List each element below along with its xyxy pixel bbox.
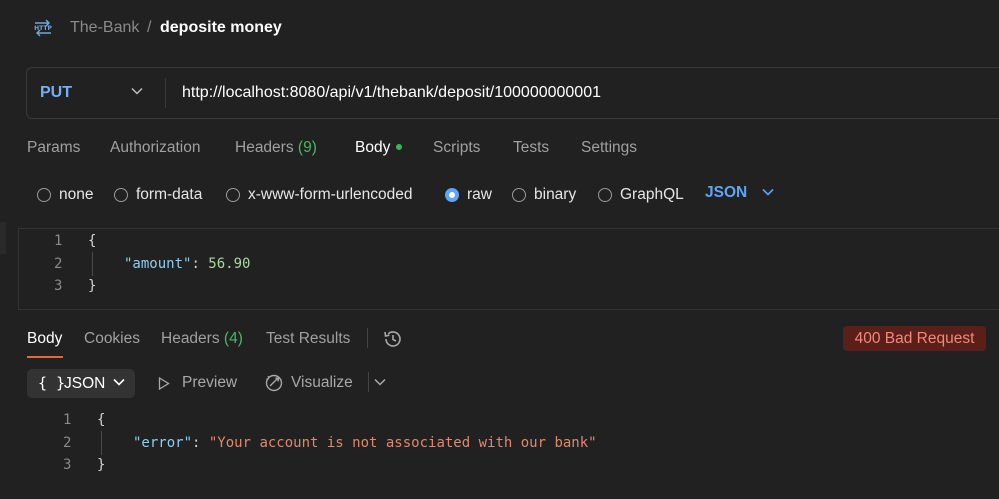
radio-circle: [598, 188, 612, 202]
status-badge[interactable]: 400 Bad Request: [843, 326, 986, 351]
tab-count: (4): [223, 330, 243, 347]
chevron-down-icon[interactable]: [131, 87, 143, 95]
tab-label: Test Results: [266, 330, 351, 347]
tab-authorization[interactable]: Authorization: [110, 139, 200, 157]
json-key: "amount": [124, 256, 192, 272]
response-code-line[interactable]: "error": "Your account is not associated…: [133, 435, 597, 451]
response-tab-headers[interactable]: Headers (4): [161, 330, 243, 348]
response-tab-body[interactable]: Body: [27, 330, 62, 348]
request-title[interactable]: deposite money: [160, 19, 282, 37]
chevron-down-icon[interactable]: [374, 378, 386, 386]
http-icon-label: HTTP: [34, 25, 52, 32]
radio-graphql[interactable]: GraphQL: [598, 186, 684, 204]
tab-label: Body: [27, 330, 63, 347]
radio-label: form-data: [136, 186, 203, 203]
braces-icon: { }: [38, 374, 66, 392]
tab-params[interactable]: Params: [27, 139, 80, 157]
radio-label: none: [59, 186, 94, 203]
response-code-line[interactable]: }: [97, 457, 105, 473]
indent-guide: [101, 431, 102, 455]
tab-tests[interactable]: Tests: [513, 139, 549, 157]
url-divider: [165, 78, 166, 108]
request-code-line[interactable]: }: [88, 278, 96, 294]
tab-label: Tests: [513, 139, 550, 156]
url-input[interactable]: http://localhost:8080/api/v1/thebank/dep…: [182, 84, 601, 102]
request-code-line[interactable]: {: [88, 233, 96, 249]
tab-label: Params: [27, 139, 81, 156]
tab-label: Headers: [161, 330, 220, 347]
chevron-down-icon[interactable]: [762, 188, 774, 196]
tab-headers[interactable]: Headers (9): [235, 139, 317, 157]
radio-form-data[interactable]: form-data: [114, 186, 202, 204]
json-colon: :: [192, 435, 209, 451]
radio-circle: [114, 188, 128, 202]
body-modified-dot: [396, 144, 403, 150]
tab-label: Scripts: [433, 139, 481, 156]
radio-label: GraphQL: [620, 186, 684, 203]
line-number: 2: [54, 256, 63, 272]
visualize-button[interactable]: Visualize: [291, 374, 353, 392]
line-number: 3: [63, 457, 72, 473]
http-request-icon: HTTP: [32, 18, 54, 38]
tab-label: Settings: [581, 139, 638, 156]
json-key: "error": [133, 435, 193, 451]
radio-none[interactable]: none: [37, 186, 93, 204]
radio-label: binary: [534, 186, 577, 203]
divider: [367, 328, 368, 348]
chevron-down-icon: [113, 378, 125, 386]
tab-scripts[interactable]: Scripts: [433, 139, 480, 157]
raw-format-select[interactable]: JSON: [705, 184, 747, 202]
radio-raw[interactable]: raw: [445, 186, 492, 204]
tab-label: Cookies: [84, 330, 140, 347]
radio-binary[interactable]: binary: [512, 186, 576, 204]
editor-border: [18, 228, 999, 229]
line-number: 2: [63, 435, 72, 451]
request-code-line[interactable]: "amount": 56.90: [124, 256, 250, 272]
visualize-icon: [265, 374, 283, 392]
radio-label: x-www-form-urlencoded: [248, 186, 413, 203]
radio-label: raw: [467, 186, 492, 203]
radio-circle-checked: [445, 188, 459, 202]
tab-settings[interactable]: Settings: [581, 139, 637, 157]
active-tab-underline: [27, 356, 63, 358]
radio-circle: [512, 188, 526, 202]
line-number: 1: [63, 412, 72, 428]
tab-label: Headers: [235, 139, 294, 156]
editor-resize-handle[interactable]: [18, 309, 999, 310]
indent-guide: [92, 252, 93, 276]
sidebar-edge: [0, 222, 6, 254]
radio-urlencoded[interactable]: x-www-form-urlencoded: [226, 186, 413, 204]
response-tab-cookies[interactable]: Cookies: [84, 330, 140, 348]
response-tab-test-results[interactable]: Test Results: [266, 330, 350, 348]
history-icon[interactable]: [382, 328, 404, 350]
breadcrumb-separator: /: [147, 19, 152, 36]
response-code-line[interactable]: {: [97, 412, 105, 428]
json-colon: :: [191, 256, 209, 272]
preview-button[interactable]: Preview: [182, 374, 237, 392]
format-label: JSON: [64, 375, 106, 392]
divider: [368, 372, 369, 392]
url-bar: PUT http://localhost:8080/api/v1/thebank…: [26, 67, 999, 119]
response-format-select[interactable]: { } JSON: [27, 369, 135, 398]
json-value: "Your account is not associated with our…: [208, 435, 597, 451]
editor-border: [18, 228, 19, 310]
radio-circle: [37, 188, 51, 202]
json-value: 56.90: [208, 256, 251, 272]
tab-count: (9): [297, 139, 317, 156]
play-icon: [158, 377, 170, 390]
line-number: 1: [54, 233, 63, 249]
tab-label: Body: [355, 139, 391, 156]
line-number: 3: [54, 278, 63, 294]
tab-label: Authorization: [110, 139, 201, 156]
tab-body[interactable]: Body: [355, 139, 403, 157]
breadcrumb-collection[interactable]: The-Bank: [70, 19, 139, 37]
method-select[interactable]: PUT: [40, 84, 72, 102]
radio-circle: [226, 188, 240, 202]
